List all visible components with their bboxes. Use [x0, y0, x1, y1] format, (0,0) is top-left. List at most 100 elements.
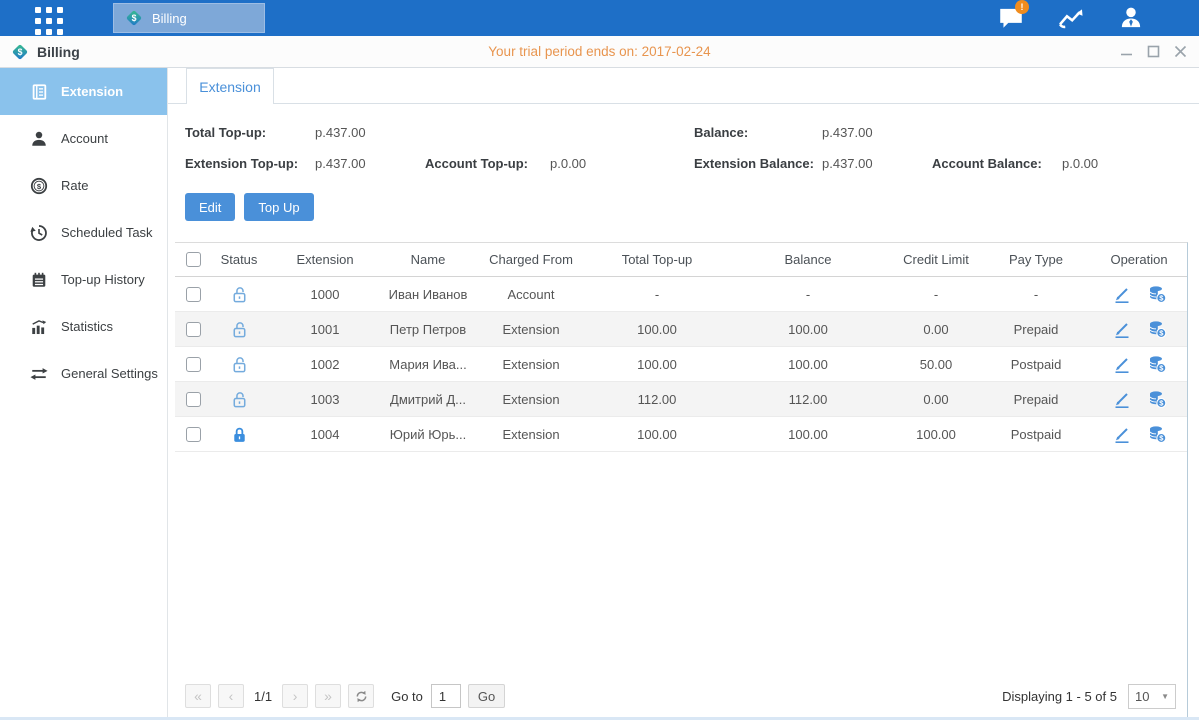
minimize-button[interactable]	[1120, 45, 1133, 58]
tab-strip: Extension	[168, 68, 1199, 104]
page-indicator: 1/1	[254, 689, 272, 704]
sidebar-item-account[interactable]: Account	[0, 115, 167, 162]
cell-total_topup: 100.00	[589, 427, 725, 442]
col-pay-type: Pay Type	[981, 252, 1091, 267]
cell-charged_from: Extension	[473, 392, 589, 407]
first-page-button[interactable]: «	[185, 684, 211, 708]
cell-extension: 1001	[267, 322, 383, 337]
row-checkbox-cell	[175, 392, 211, 407]
billing-app-icon: $	[124, 8, 144, 28]
table-header: Status Extension Name Charged From Total…	[175, 243, 1187, 277]
topup-icon[interactable]: $	[1147, 319, 1167, 339]
edit-icon[interactable]	[1112, 284, 1132, 304]
cell-pay_type: Prepaid	[981, 392, 1091, 407]
row-checkbox[interactable]	[186, 357, 201, 372]
user-account-button[interactable]	[1115, 3, 1146, 34]
row-checkbox-cell	[175, 357, 211, 372]
row-checkbox-cell	[175, 322, 211, 337]
sidebar-item-label: Statistics	[61, 319, 113, 334]
extensions-table: Status Extension Name Charged From Total…	[175, 242, 1188, 719]
col-name: Name	[383, 252, 473, 267]
lock-open-icon[interactable]	[230, 390, 249, 409]
edit-icon[interactable]	[1112, 354, 1132, 374]
topup-icon[interactable]: $	[1147, 424, 1167, 444]
row-checkbox[interactable]	[186, 322, 201, 337]
page-size-select[interactable]: 10 ▼	[1128, 684, 1176, 709]
account-topup-label: Account Top-up:	[425, 156, 550, 171]
sidebar-item-scheduled-task[interactable]: Scheduled Task	[0, 209, 167, 256]
table-row: 1003Дмитрий Д...Extension112.00112.000.0…	[175, 382, 1187, 417]
status-cell	[211, 425, 267, 444]
messages-button[interactable]: !	[995, 3, 1026, 34]
topup-button[interactable]: Top Up	[244, 193, 313, 221]
row-checkbox[interactable]	[186, 392, 201, 407]
row-checkbox[interactable]	[186, 427, 201, 442]
tab-extension[interactable]: Extension	[186, 68, 274, 104]
goto-label: Go to	[391, 689, 423, 704]
next-page-button[interactable]: ›	[282, 684, 308, 708]
edit-icon[interactable]	[1112, 424, 1132, 444]
cell-total_topup: 100.00	[589, 357, 725, 372]
refresh-button[interactable]	[348, 684, 374, 708]
lock-open-icon[interactable]	[230, 285, 249, 304]
dollar-circle-icon: $	[30, 177, 48, 195]
window-title-group: $ Billing	[10, 42, 80, 62]
edit-icon[interactable]	[1112, 389, 1132, 409]
taskbar-tab-billing[interactable]: $ Billing	[113, 3, 265, 33]
cell-balance: 100.00	[725, 322, 891, 337]
status-cell	[211, 390, 267, 409]
cell-extension: 1004	[267, 427, 383, 442]
select-all-checkbox[interactable]	[186, 252, 201, 267]
go-button[interactable]: Go	[468, 684, 505, 708]
resource-monitor-button[interactable]	[1055, 3, 1086, 34]
taskbar-tab-label: Billing	[152, 11, 187, 26]
lock-open-icon[interactable]	[230, 355, 249, 374]
cell-credit_limit: 100.00	[891, 427, 981, 442]
status-cell	[211, 320, 267, 339]
svg-text:$: $	[37, 181, 42, 190]
table-row: 1000Иван ИвановAccount----$	[175, 277, 1187, 312]
operation-cell: $	[1091, 389, 1187, 409]
sidebar-item-statistics[interactable]: Statistics	[0, 303, 167, 350]
topup-icon[interactable]: $	[1147, 354, 1167, 374]
maximize-button[interactable]	[1147, 45, 1160, 58]
sidebar-item-topup-history[interactable]: Top-up History	[0, 256, 167, 303]
col-total-topup: Total Top-up	[589, 252, 725, 267]
last-page-button[interactable]: »	[315, 684, 341, 708]
cell-balance: -	[725, 287, 891, 302]
svg-text:$: $	[132, 13, 137, 23]
edit-button[interactable]: Edit	[185, 193, 235, 221]
app-menu-grid-icon[interactable]	[35, 7, 63, 35]
sidebar-item-rate[interactable]: $ Rate	[0, 162, 167, 209]
lock-closed-icon[interactable]	[230, 425, 249, 444]
sidebar-item-label: General Settings	[61, 366, 158, 381]
sidebar-item-label: Rate	[61, 178, 88, 193]
operation-cell: $	[1091, 424, 1187, 444]
close-button[interactable]	[1174, 45, 1187, 58]
table-row: 1002Мария Ива...Extension100.00100.0050.…	[175, 347, 1187, 382]
cell-credit_limit: -	[891, 287, 981, 302]
lock-open-icon[interactable]	[230, 320, 249, 339]
sidebar-item-general-settings[interactable]: General Settings	[0, 350, 167, 397]
row-checkbox-cell	[175, 427, 211, 442]
clock-history-icon	[30, 224, 48, 242]
prev-page-button[interactable]: ‹	[218, 684, 244, 708]
topup-icon[interactable]: $	[1147, 284, 1167, 304]
cell-pay_type: -	[981, 287, 1091, 302]
operation-cell: $	[1091, 319, 1187, 339]
cell-total_topup: 100.00	[589, 322, 725, 337]
cell-pay_type: Postpaid	[981, 427, 1091, 442]
edit-icon[interactable]	[1112, 319, 1132, 339]
content-area: Extension Total Top-up: p.437.00 Extensi…	[168, 68, 1199, 719]
cell-balance: 100.00	[725, 357, 891, 372]
pagination-right: Displaying 1 - 5 of 5 10 ▼	[1002, 684, 1187, 709]
displaying-text: Displaying 1 - 5 of 5	[1002, 689, 1117, 704]
person-icon	[30, 130, 48, 148]
notification-badge: !	[1015, 0, 1029, 14]
select-all-cell	[175, 252, 211, 267]
goto-page-input[interactable]	[431, 684, 461, 708]
row-checkbox[interactable]	[186, 287, 201, 302]
sidebar-item-extension[interactable]: Extension	[0, 68, 167, 115]
topup-icon[interactable]: $	[1147, 389, 1167, 409]
main-area: ExtensionAccount$RateScheduled TaskTop-u…	[0, 68, 1199, 719]
